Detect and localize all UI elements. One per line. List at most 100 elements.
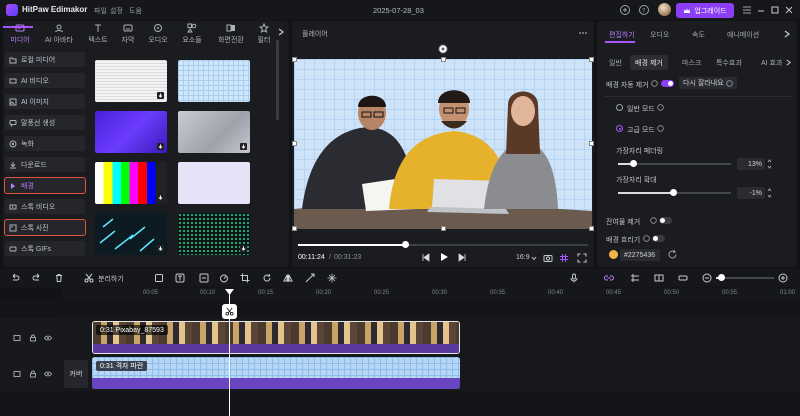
- rotate-handle-icon[interactable]: [438, 44, 448, 54]
- menu-help[interactable]: 도움: [129, 6, 142, 16]
- link-icon[interactable]: [604, 273, 614, 283]
- sidebar-item-download[interactable]: 다운로드: [5, 157, 85, 172]
- speed-icon[interactable]: [219, 273, 229, 283]
- tab-media[interactable]: 미디어: [4, 21, 36, 45]
- video-preview[interactable]: [294, 59, 592, 229]
- subtab-ai-effects[interactable]: AI 효과: [756, 55, 787, 70]
- aspect-ratio-select[interactable]: 16:9: [516, 254, 530, 261]
- close-icon[interactable]: [783, 4, 795, 16]
- effect-icon[interactable]: [327, 273, 337, 283]
- tab-animation[interactable]: 애니메이션: [727, 30, 759, 40]
- eye-icon[interactable]: [44, 370, 52, 378]
- snap-icon[interactable]: [630, 273, 640, 283]
- refresh-icon[interactable]: [667, 249, 678, 260]
- crop-trim-icon[interactable]: [154, 273, 164, 283]
- background-thumb-neon-lines[interactable]: [95, 213, 167, 255]
- timeline-ruler[interactable]: [62, 288, 800, 300]
- rotate-icon[interactable]: [262, 273, 272, 283]
- resize-handle[interactable]: [589, 226, 594, 231]
- lock-icon[interactable]: [29, 334, 37, 342]
- normal-mode-radio[interactable]: [616, 104, 623, 111]
- snapshot-icon[interactable]: [543, 253, 553, 263]
- split-screen-icon[interactable]: [654, 273, 664, 283]
- stepper-icon[interactable]: [767, 187, 772, 199]
- video-clip[interactable]: 0:31 Pixabay_87593: [92, 321, 460, 354]
- resize-handle[interactable]: [589, 141, 594, 146]
- media-scrollbar[interactable]: [276, 40, 279, 120]
- advanced-mode-radio[interactable]: [616, 125, 623, 132]
- split-label[interactable]: 분리하기: [98, 274, 124, 284]
- color-hex-input[interactable]: #2275436: [620, 249, 660, 261]
- maximize-icon[interactable]: [769, 4, 781, 16]
- tab-elements[interactable]: 요소들: [176, 21, 208, 45]
- sidebar-item-local-media[interactable]: 로컬 미디어: [5, 52, 85, 67]
- download-icon[interactable]: [157, 194, 164, 201]
- color-swatch[interactable]: [609, 250, 618, 259]
- menu-icon[interactable]: [741, 4, 753, 16]
- upgrade-button[interactable]: 업그레이드: [676, 3, 734, 18]
- delete-icon[interactable]: [54, 273, 64, 283]
- progress-knob[interactable]: [402, 241, 409, 248]
- stepper-icon[interactable]: [767, 158, 772, 170]
- prev-frame-icon[interactable]: [421, 253, 430, 262]
- redo-icon[interactable]: [32, 273, 42, 283]
- download-icon[interactable]: [157, 92, 164, 99]
- lock-icon[interactable]: [29, 370, 37, 378]
- avatar[interactable]: [658, 3, 671, 16]
- sidebar-item-speech[interactable]: 말풍선 생성: [5, 115, 85, 130]
- background-thumb-lavender[interactable]: [178, 162, 250, 204]
- sidebar-item-stock-gifs[interactable]: 스톡 GIFs: [5, 241, 85, 256]
- sidebar-item-ai-video[interactable]: AI 비디오: [5, 73, 85, 88]
- tab-ai-avatar[interactable]: AI 아바타: [40, 21, 78, 45]
- resize-handle[interactable]: [292, 57, 297, 62]
- edge-feather-input[interactable]: 13%: [737, 158, 765, 170]
- background-thumb-blue-grid[interactable]: [178, 60, 250, 102]
- split-icon[interactable]: [84, 273, 94, 283]
- fullscreen-icon[interactable]: [577, 253, 587, 263]
- background-thumb-green-dots[interactable]: [178, 213, 250, 255]
- microphone-icon[interactable]: [569, 273, 579, 283]
- resize-handle[interactable]: [441, 226, 446, 231]
- fit-timeline-icon[interactable]: [678, 273, 688, 283]
- tab-audio[interactable]: 오디오: [142, 21, 174, 45]
- subtab-mask[interactable]: 마스크: [677, 55, 706, 70]
- chevron-right-icon[interactable]: [785, 59, 792, 66]
- auto-remove-toggle[interactable]: [661, 80, 674, 87]
- sidebar-item-stock-photo[interactable]: 스톡 사진: [4, 219, 86, 236]
- more-options-icon[interactable]: [578, 28, 588, 38]
- sidebar-item-record[interactable]: 녹화: [5, 136, 85, 151]
- background-thumb-color-bars[interactable]: [95, 162, 167, 204]
- resize-handle[interactable]: [589, 57, 594, 62]
- download-icon[interactable]: [240, 143, 247, 150]
- tab-transitions[interactable]: 화면전환: [212, 21, 250, 45]
- eye-icon[interactable]: [44, 334, 52, 342]
- background-thumb-white-grid[interactable]: [95, 60, 167, 102]
- background-thumb-silver[interactable]: [178, 111, 250, 153]
- undo-icon[interactable]: [10, 273, 20, 283]
- tab-edit[interactable]: 편집하기: [609, 30, 635, 40]
- zoom-in-icon[interactable]: [778, 273, 788, 283]
- download-icon[interactable]: [157, 143, 164, 150]
- play-icon[interactable]: [439, 252, 449, 262]
- resize-handle[interactable]: [292, 141, 297, 146]
- transform-icon[interactable]: [305, 273, 315, 283]
- sidebar-item-ai-image[interactable]: AI 이미지: [5, 94, 85, 109]
- subtab-effects[interactable]: 특수효과: [711, 55, 747, 70]
- sidebar-item-background[interactable]: 배경: [4, 177, 86, 194]
- chevron-right-icon[interactable]: [783, 30, 791, 38]
- tab-subtitles[interactable]: 자막: [112, 21, 144, 45]
- text-tool-icon[interactable]: [175, 273, 185, 283]
- menu-file[interactable]: 파일: [94, 6, 107, 16]
- resize-handle[interactable]: [441, 57, 446, 62]
- chevron-right-icon[interactable]: [277, 28, 285, 36]
- zoom-out-icon[interactable]: [702, 273, 712, 283]
- retry-cutout-button[interactable]: 다시 잘라내요: [679, 77, 737, 89]
- edge-expand-input[interactable]: -1%: [737, 187, 765, 199]
- download-icon[interactable]: [240, 245, 247, 252]
- chroma-toggle[interactable]: [659, 217, 672, 224]
- download-icon[interactable]: [157, 245, 164, 252]
- tab-text[interactable]: 텍스트: [82, 21, 114, 45]
- mirror-icon[interactable]: [283, 273, 293, 283]
- subtab-general[interactable]: 일반: [604, 55, 627, 70]
- blur-toggle[interactable]: [652, 235, 665, 242]
